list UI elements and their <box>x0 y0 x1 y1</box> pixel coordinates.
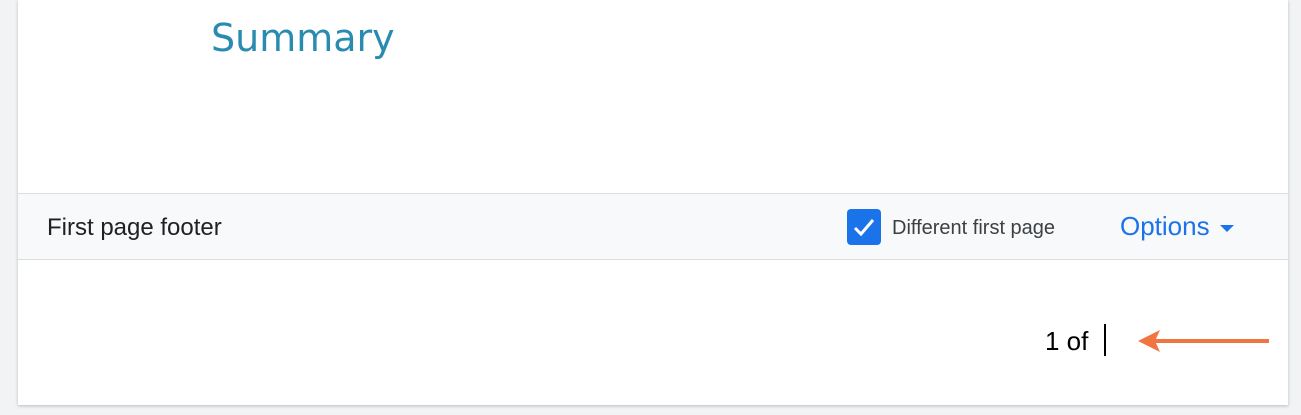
document-page: Summary First page footer Different firs… <box>18 0 1288 405</box>
checkmark-icon <box>853 219 875 237</box>
footer-page-number-text[interactable]: 1 of <box>1045 326 1088 357</box>
annotation-arrow-icon <box>1138 330 1269 352</box>
different-first-page-checkbox[interactable] <box>847 209 881 245</box>
different-first-page-label[interactable]: Different first page <box>892 217 1055 240</box>
summary-heading: Summary <box>211 16 395 60</box>
chevron-down-icon <box>1219 224 1234 232</box>
footer-toolbar: First page footer Different first page O… <box>18 193 1288 260</box>
options-label: Options <box>1120 211 1210 241</box>
options-dropdown[interactable]: Options <box>1120 211 1234 242</box>
footer-label: First page footer <box>47 214 222 241</box>
text-cursor <box>1104 324 1106 356</box>
